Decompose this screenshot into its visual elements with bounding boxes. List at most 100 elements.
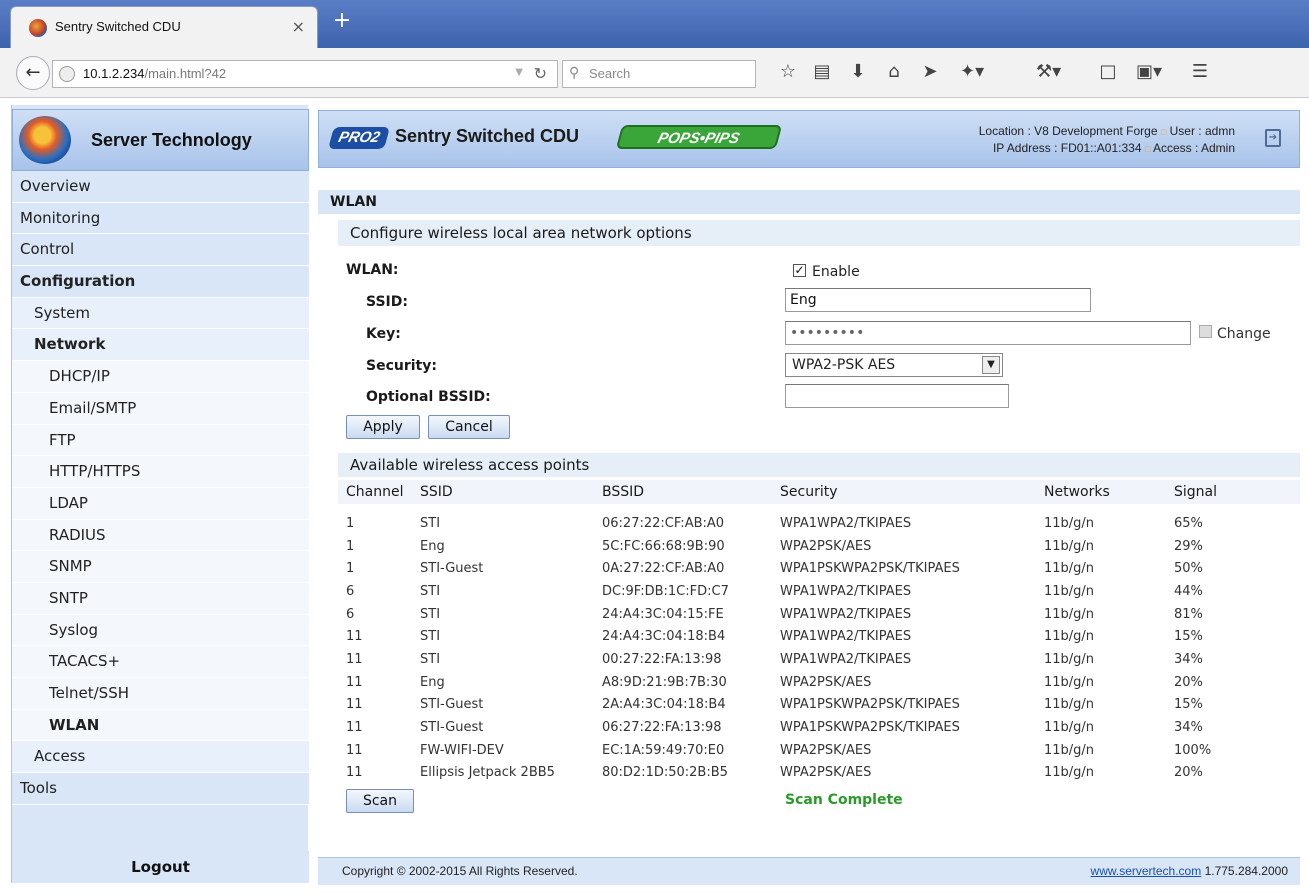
screenshot-icon[interactable]: ▣▾: [1136, 62, 1162, 82]
sidebar-item-label: Email/SMTP: [49, 398, 137, 417]
networks-cell: 11b/g/n: [1044, 583, 1095, 599]
security-cell: WPA2PSK/AES: [780, 674, 872, 690]
bssid-cell: 24:A4:3C:04:15:FE: [602, 606, 724, 622]
channel-cell: 11: [346, 674, 363, 690]
search-input[interactable]: ⚲ Search: [562, 60, 756, 88]
tab-close-icon[interactable]: ×: [292, 17, 305, 36]
sidebar-item[interactable]: WLAN: [12, 709, 309, 742]
download-icon[interactable]: ⬇: [846, 62, 870, 82]
reading-list-icon[interactable]: ▤: [810, 62, 834, 82]
sidebar-item[interactable]: Telnet/SSH: [12, 678, 309, 710]
bssid-cell: EC:1A:59:49:70:E0: [602, 742, 725, 758]
home-icon[interactable]: ⌂: [882, 62, 906, 82]
table-row: 1 Eng 5C:FC:66:68:9B:90 WPA2PSK/AES 11b/g/n 2…: [338, 535, 1300, 558]
reload-icon[interactable]: ↻: [534, 64, 547, 83]
networks-cell: 11b/g/n: [1044, 697, 1095, 713]
enable-checkbox[interactable]: ✓: [793, 264, 806, 277]
logout-button[interactable]: Logout: [12, 851, 309, 883]
networks-cell: 11b/g/n: [1044, 765, 1095, 781]
sidebar-item-label: SNMP: [49, 557, 92, 576]
scan-button[interactable]: Scan: [346, 789, 414, 813]
sidebar-item[interactable]: Email/SMTP: [12, 392, 309, 425]
sidebar-item[interactable]: FTP: [12, 424, 309, 457]
signal-cell: 15%: [1174, 697, 1203, 713]
sidebar-item[interactable]: Control: [12, 234, 309, 267]
sidebar-item[interactable]: System: [12, 297, 309, 330]
brand-name: Server Technology: [91, 130, 252, 150]
apply-button[interactable]: Apply: [346, 415, 420, 439]
extension-icon[interactable]: ✦▾: [960, 62, 984, 82]
column-header-ssid: SSID: [420, 480, 602, 504]
copyright-text: Copyright © 2002-2015 All Rights Reserve…: [342, 864, 578, 878]
sidebar-item[interactable]: Network: [12, 329, 309, 362]
sidebar-item[interactable]: Tools: [12, 773, 309, 805]
networks-cell: 11b/g/n: [1044, 651, 1095, 667]
hamburger-menu-icon[interactable]: ☰: [1188, 62, 1212, 82]
contact-info: www.servertech.com 1.775.284.2000: [1091, 864, 1288, 878]
table-row: 11 Eng A8:9D:21:9B:7B:30 WPA2PSK/AES 11b/g/n…: [338, 671, 1300, 694]
signal-cell: 100%: [1174, 742, 1212, 758]
security-select[interactable]: WPA2-PSK AES ▼: [785, 353, 1003, 377]
security-label: Security:: [366, 358, 437, 374]
ssid-field[interactable]: Eng: [785, 288, 1091, 312]
url-dropdown-icon[interactable]: ▼: [515, 67, 523, 78]
ssid-cell: STI: [420, 515, 441, 531]
sidebar-item-label: LDAP: [49, 493, 88, 512]
sidebar-item[interactable]: SNTP: [12, 582, 309, 615]
tools-icon[interactable]: ⚒▾: [1036, 62, 1061, 82]
change-checkbox[interactable]: [1199, 325, 1212, 338]
access-points-table: Channel SSID BSSID Security Networks Sig…: [338, 480, 1300, 784]
chevron-down-icon: ▼: [982, 356, 1000, 374]
separator-icon: □: [1144, 144, 1151, 154]
key-field[interactable]: •••••••••: [785, 321, 1191, 345]
bssid-cell: 0A:27:22:CF:AB:A0: [602, 561, 725, 577]
new-tab-button[interactable]: +: [330, 10, 354, 34]
signal-cell: 34%: [1174, 720, 1203, 736]
table-row: 11 Ellipsis Jetpack 2BB5 80:D2:1D:50:2B:B5…: [338, 762, 1300, 785]
sidebar-item[interactable]: DHCP/IP: [12, 361, 309, 393]
send-icon[interactable]: ➤: [918, 62, 942, 82]
sidebar-item[interactable]: Access: [12, 741, 309, 774]
star-icon[interactable]: ☆: [776, 62, 800, 82]
networks-cell: 11b/g/n: [1044, 720, 1095, 736]
signal-cell: 81%: [1174, 606, 1203, 622]
sidebar-item-label: Syslog: [49, 620, 99, 639]
ssid-label: SSID:: [366, 294, 408, 310]
back-button[interactable]: ←: [16, 56, 50, 90]
networks-cell: 11b/g/n: [1044, 538, 1095, 554]
section-subtitle: Configure wireless local area network op…: [338, 220, 1300, 246]
phone-number: 1.775.284.2000: [1204, 864, 1288, 878]
optional-bssid-field[interactable]: [785, 384, 1009, 408]
security-cell: WPA1PSKWPA2PSK/TKIPAES: [780, 561, 960, 577]
cancel-button[interactable]: Cancel: [428, 415, 510, 439]
sidebar-item[interactable]: RADIUS: [12, 519, 309, 552]
sidebar-item[interactable]: LDAP: [12, 487, 309, 520]
wlan-label: WLAN:: [346, 262, 399, 278]
exit-icon[interactable]: ➔: [1265, 129, 1281, 147]
ssid-cell: STI-Guest: [420, 697, 484, 713]
site-favicon-icon: [29, 19, 47, 37]
tab-title: Sentry Switched CDU: [55, 19, 181, 34]
channel-cell: 11: [346, 765, 363, 781]
sidebar-item[interactable]: TACACS+: [12, 646, 309, 678]
browser-tab[interactable]: Sentry Switched CDU ×: [10, 6, 318, 48]
sidebar-item[interactable]: Overview: [12, 171, 309, 203]
sidebar-item[interactable]: Syslog: [12, 614, 309, 647]
security-cell: WPA1PSKWPA2PSK/TKIPAES: [780, 697, 960, 713]
access-points-title: Available wireless access points: [338, 453, 1300, 477]
sidebar-item[interactable]: SNMP: [12, 551, 309, 583]
sidebar-item[interactable]: Configuration: [12, 266, 309, 298]
sidebar-item[interactable]: Monitoring: [12, 202, 309, 235]
table-row: 11 FW-WIFI-DEV EC:1A:59:49:70:E0 WPA2PSK/AE…: [338, 739, 1300, 762]
sidebar-item-label: System: [34, 303, 90, 322]
separator-icon: □: [1160, 127, 1167, 137]
ssid-cell: STI: [420, 651, 441, 667]
sidebar-item-label: Monitoring: [20, 208, 101, 227]
bssid-cell: 06:27:22:CF:AB:A0: [602, 515, 725, 531]
sidebar-item[interactable]: HTTP/HTTPS: [12, 456, 309, 488]
address-bar[interactable]: 10.1.2.234/main.html?42 ▼ ↻: [52, 60, 558, 88]
back-arrow-icon: ←: [25, 62, 41, 83]
website-link[interactable]: www.servertech.com: [1091, 864, 1202, 878]
bssid-cell: 06:27:22:FA:13:98: [602, 720, 722, 736]
window-icon[interactable]: □: [1096, 62, 1120, 82]
